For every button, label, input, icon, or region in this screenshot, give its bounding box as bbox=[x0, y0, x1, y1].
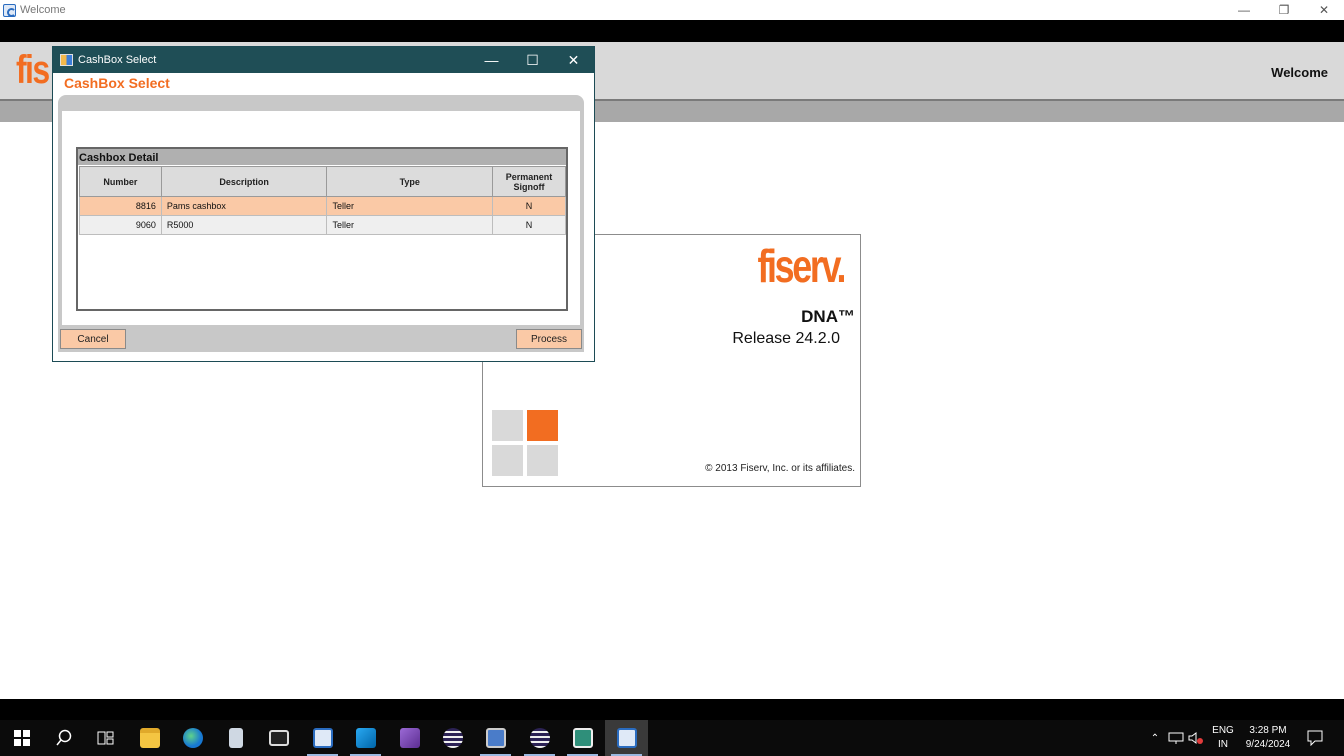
cell-permanent-signoff: N bbox=[492, 215, 566, 235]
search-icon bbox=[55, 729, 71, 746]
chevron-up-icon: ⌃ bbox=[1150, 732, 1160, 744]
window-title: Welcome bbox=[20, 4, 66, 16]
notifications-button[interactable] bbox=[1300, 720, 1330, 756]
remote-app-icon bbox=[485, 728, 506, 748]
taskbar-top-band bbox=[0, 699, 1344, 720]
dialog-maximize-icon[interactable]: ☐ bbox=[512, 47, 553, 73]
taskbar-app-12[interactable] bbox=[561, 720, 604, 756]
show-hidden-icons-button[interactable]: ⌃ bbox=[1146, 720, 1164, 756]
taskbar-terminal[interactable] bbox=[257, 720, 300, 756]
taskbar-app-10[interactable] bbox=[474, 720, 517, 756]
taskbar-visual-studio[interactable] bbox=[388, 720, 431, 756]
dna-app-icon bbox=[616, 728, 637, 748]
fiserv-logo: fiserv. bbox=[757, 240, 846, 292]
eclipse-icon bbox=[442, 728, 463, 748]
taskbar-dna-app-1[interactable] bbox=[301, 720, 344, 756]
logo-square-orange bbox=[527, 410, 558, 441]
column-header-description[interactable]: Description bbox=[160, 166, 328, 197]
task-view-icon bbox=[97, 731, 113, 745]
visual-studio-icon bbox=[399, 728, 420, 748]
taskbar-file-explorer[interactable] bbox=[128, 720, 171, 756]
windows-logo-icon bbox=[13, 730, 30, 746]
release-version: Release 24.2.0 bbox=[732, 330, 840, 347]
top-black-band bbox=[0, 20, 1344, 42]
network-icon bbox=[1168, 732, 1184, 744]
logo-square-gray-2 bbox=[492, 445, 523, 476]
language-indicator[interactable]: ENG IN bbox=[1208, 720, 1238, 756]
process-button[interactable]: Process bbox=[516, 329, 582, 349]
window-titlebar: Welcome — ❐ ✕ bbox=[0, 0, 1344, 20]
clock[interactable]: 3:28 PM 9/24/2024 bbox=[1238, 720, 1298, 756]
volume-button[interactable] bbox=[1186, 720, 1206, 756]
taskbar-vscode[interactable] bbox=[344, 720, 387, 756]
taskbar-dna-app-2[interactable] bbox=[605, 720, 648, 756]
cashbox-detail-header: Cashbox Detail bbox=[78, 149, 566, 165]
welcome-label: Welcome bbox=[1271, 65, 1328, 80]
close-icon[interactable]: ✕ bbox=[1304, 0, 1344, 20]
app-icon bbox=[3, 3, 16, 17]
dna-app-icon bbox=[312, 728, 333, 748]
folder-icon bbox=[139, 728, 160, 748]
logo-square-gray-1 bbox=[492, 410, 523, 441]
speaker-muted-icon bbox=[1188, 732, 1203, 744]
clock-date: 9/24/2024 bbox=[1245, 739, 1291, 750]
vscode-icon bbox=[355, 728, 376, 748]
column-header-permanent-signoff[interactable]: Permanent Signoff bbox=[492, 166, 566, 197]
start-button[interactable] bbox=[0, 720, 43, 756]
column-header-type[interactable]: Type bbox=[326, 166, 494, 197]
cashbox-table: Number Description Type Permanent Signof… bbox=[79, 166, 566, 235]
taskbar-app-3[interactable] bbox=[214, 720, 257, 756]
cell-type: Teller bbox=[326, 215, 494, 235]
restore-icon[interactable]: ❐ bbox=[1264, 0, 1304, 20]
cashbox-detail-box: Cashbox Detail Number Description Type P… bbox=[76, 147, 568, 311]
document-icon bbox=[228, 728, 243, 748]
terminal-icon bbox=[268, 730, 289, 746]
cell-type: Teller bbox=[326, 196, 494, 216]
dialog-heading: CashBox Select bbox=[64, 75, 170, 91]
fis-logo: fis bbox=[16, 48, 50, 92]
cell-number: 8816 bbox=[79, 196, 162, 216]
dialog-titlebar[interactable]: CashBox Select — ☐ ✕ bbox=[53, 47, 594, 73]
cell-description: R5000 bbox=[160, 215, 328, 235]
dialog-controls: — ☐ ✕ bbox=[471, 47, 594, 73]
logo-square-gray-3 bbox=[527, 445, 558, 476]
cashbox-select-dialog: CashBox Select — ☐ ✕ CashBox Select Cash… bbox=[52, 46, 595, 362]
copyright-text: © 2013 Fiserv, Inc. or its affiliates. bbox=[705, 463, 855, 474]
product-name: DNA™ bbox=[801, 307, 855, 326]
cell-number: 9060 bbox=[79, 215, 162, 235]
notification-icon bbox=[1307, 730, 1323, 746]
language-code: ENG bbox=[1212, 725, 1234, 736]
dialog-body: Cashbox Detail Number Description Type P… bbox=[58, 95, 584, 352]
table-row[interactable]: 8816 Pams cashbox Teller N bbox=[79, 196, 566, 216]
cell-permanent-signoff: N bbox=[492, 196, 566, 216]
region-code: IN bbox=[1218, 739, 1228, 750]
dialog-minimize-icon[interactable]: — bbox=[471, 47, 512, 73]
window-controls: — ❐ ✕ bbox=[1224, 0, 1344, 20]
table-row[interactable]: 9060 R5000 Teller N bbox=[79, 215, 566, 235]
dialog-title: CashBox Select bbox=[78, 54, 157, 66]
dialog-app-icon bbox=[60, 54, 73, 66]
search-button[interactable] bbox=[42, 720, 85, 756]
task-view-button[interactable] bbox=[84, 720, 127, 756]
taskbar-eclipse-1[interactable] bbox=[431, 720, 474, 756]
cell-description: Pams cashbox bbox=[160, 196, 328, 216]
column-header-number[interactable]: Number bbox=[79, 166, 162, 197]
minimize-icon[interactable]: — bbox=[1224, 0, 1264, 20]
cancel-button[interactable]: Cancel bbox=[60, 329, 126, 349]
dialog-close-icon[interactable]: ✕ bbox=[553, 47, 594, 73]
edge-icon bbox=[182, 728, 203, 748]
taskbar-edge[interactable] bbox=[171, 720, 214, 756]
clock-time: 3:28 PM bbox=[1249, 725, 1287, 736]
eclipse-icon bbox=[529, 728, 550, 748]
table-header-row: Number Description Type Permanent Signof… bbox=[79, 166, 566, 197]
taskbar: ⌃ ENG IN 3:28 PM 9/24/2024 bbox=[0, 720, 1344, 756]
window-app-icon bbox=[572, 728, 593, 748]
taskbar-eclipse-2[interactable] bbox=[518, 720, 561, 756]
network-button[interactable] bbox=[1166, 720, 1186, 756]
